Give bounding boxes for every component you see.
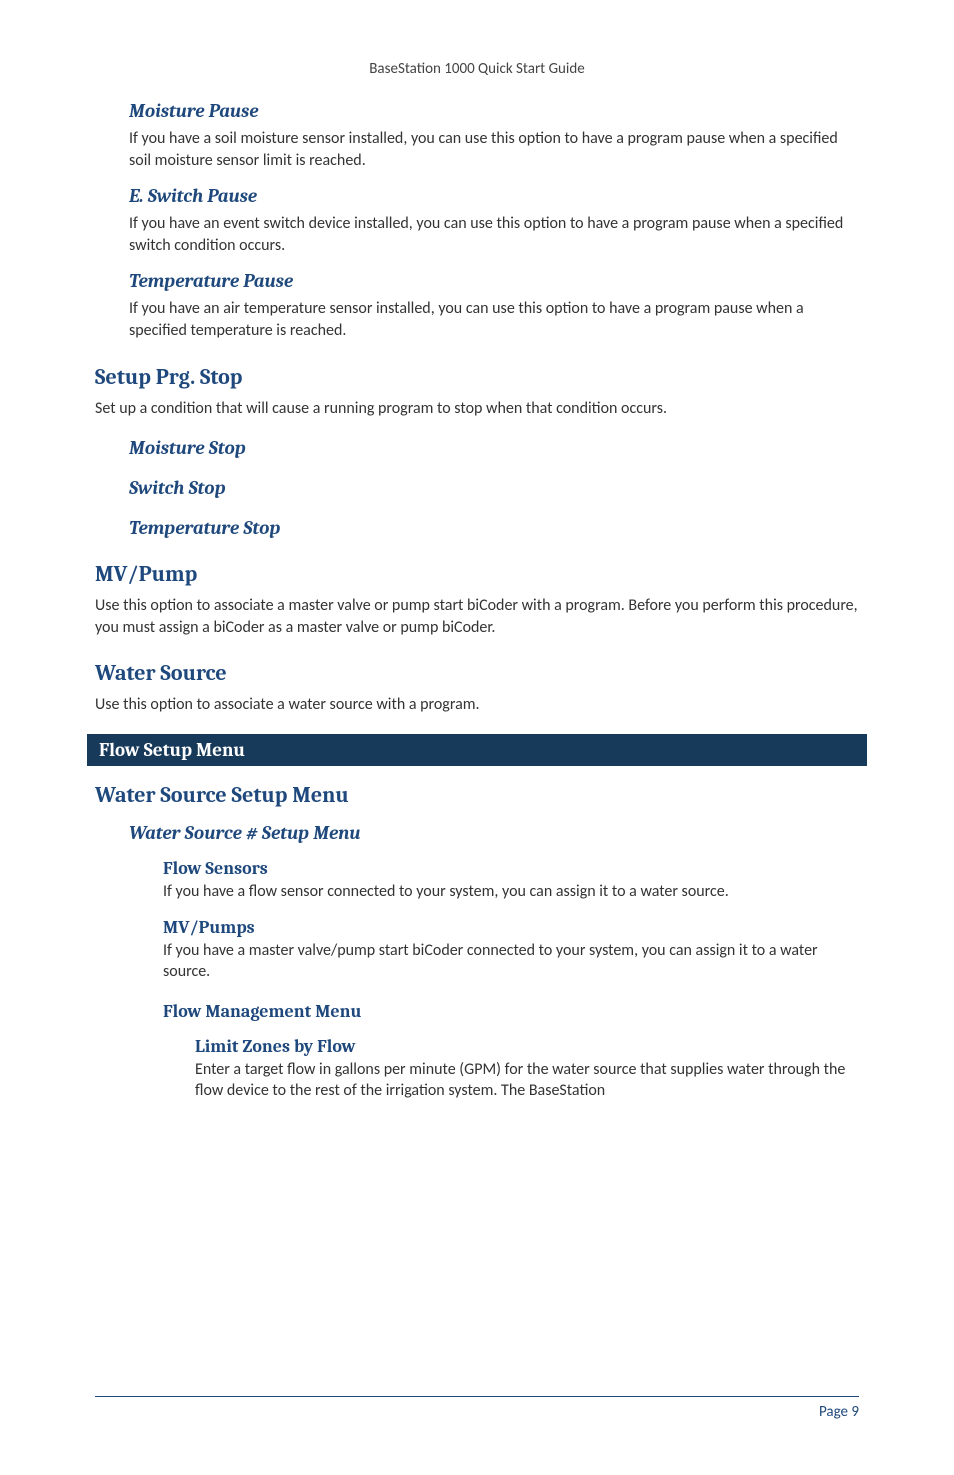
document-page: BaseStation 1000 Quick Start Guide Moist… [0, 0, 954, 1475]
heading-setup-prg-stop: Setup Prg. Stop [95, 364, 859, 390]
heading-mv-pump: MV/Pump [95, 561, 859, 587]
heading-flow-management-menu: Flow Management Menu [163, 1001, 859, 1022]
heading-moisture-stop: Moisture Stop [129, 437, 859, 459]
heading-water-source-hash-setup: Water Source # Setup Menu [129, 822, 859, 844]
heading-water-source: Water Source [95, 660, 859, 686]
heading-temperature-pause: Temperature Pause [129, 270, 859, 292]
paragraph: If you have an event switch device insta… [129, 213, 859, 256]
heading-water-source-setup-menu: Water Source Setup Menu [95, 782, 859, 808]
heading-temperature-stop: Temperature Stop [129, 517, 859, 539]
paragraph: Use this option to associate a water sou… [95, 694, 859, 716]
paragraph: If you have a soil moisture sensor insta… [129, 128, 859, 171]
paragraph: If you have a master valve/pump start bi… [163, 940, 859, 983]
paragraph: Use this option to associate a master va… [95, 595, 859, 638]
heading-flow-sensors: Flow Sensors [163, 858, 859, 879]
heading-switch-pause: E. Switch Pause [129, 185, 859, 207]
footer-divider [95, 1396, 859, 1397]
paragraph: Enter a target flow in gallons per minut… [195, 1059, 859, 1102]
heading-switch-stop: Switch Stop [129, 477, 859, 499]
heading-mv-pumps: MV/Pumps [163, 917, 859, 938]
section-band-flow-setup: Flow Setup Menu [87, 734, 867, 766]
running-header: BaseStation 1000 Quick Start Guide [95, 60, 859, 78]
heading-moisture-pause: Moisture Pause [129, 100, 859, 122]
paragraph: If you have an air temperature sensor in… [129, 298, 859, 341]
heading-limit-zones-by-flow: Limit Zones by Flow [195, 1036, 859, 1057]
page-number: Page 9 [819, 1403, 859, 1421]
paragraph: If you have a flow sensor connected to y… [163, 881, 859, 903]
paragraph: Set up a condition that will cause a run… [95, 398, 859, 420]
